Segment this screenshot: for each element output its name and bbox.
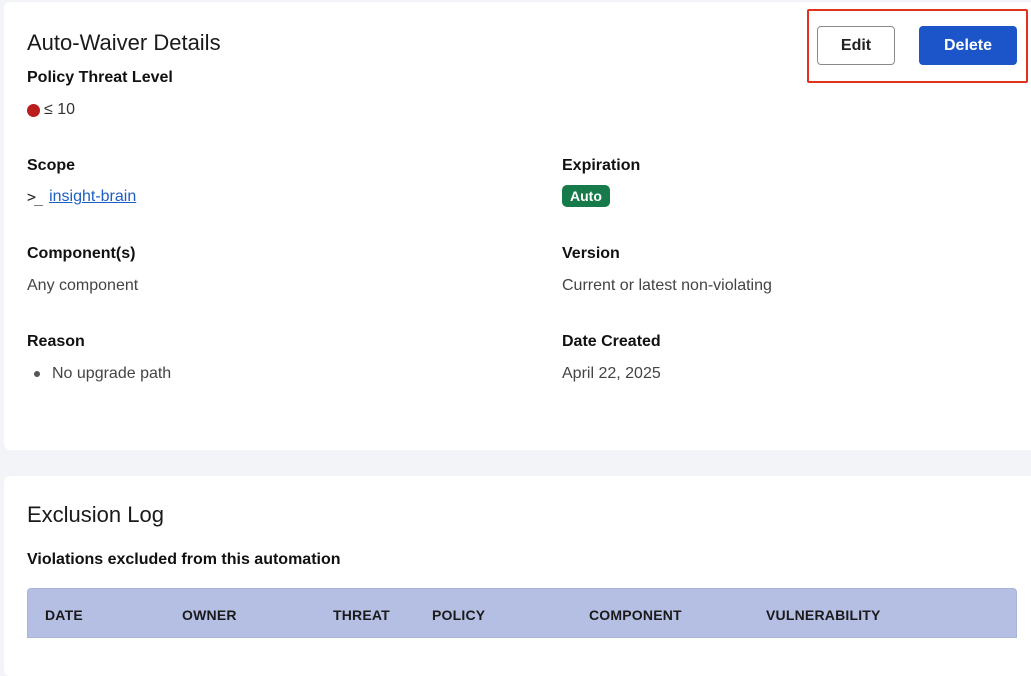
version-value: Current or latest non-violating <box>562 277 772 294</box>
reason-value: No upgrade path <box>52 365 172 382</box>
exclusion-table-header: DATE OWNER THREAT POLICY COMPONENT VULNE… <box>27 588 1017 638</box>
threat-level-value: ≤ 10 <box>44 101 76 118</box>
threat-level-value-row: ≤ 10 <box>27 101 75 119</box>
threat-level-label: Policy Threat Level <box>27 69 173 86</box>
exclusion-log-subtitle: Violations excluded from this automation <box>27 551 341 568</box>
column-header-component[interactable]: COMPONENT <box>589 607 682 623</box>
threat-level-dot-icon <box>27 103 40 117</box>
exclusion-log-card: Exclusion Log Violations excluded from t… <box>4 476 1031 676</box>
expiration-label: Expiration <box>562 157 641 174</box>
column-header-owner[interactable]: OWNER <box>182 607 237 623</box>
edit-button[interactable]: Edit <box>817 26 895 65</box>
bullet-icon <box>34 371 40 377</box>
date-created-label: Date Created <box>562 333 661 350</box>
column-header-threat[interactable]: THREAT <box>333 607 390 623</box>
column-header-vulnerability[interactable]: VULNERABILITY <box>766 607 881 623</box>
reason-label: Reason <box>27 333 85 350</box>
reason-list-item: No upgrade path <box>34 365 171 383</box>
exclusion-log-title: Exclusion Log <box>27 502 164 527</box>
scope-link[interactable]: insight-brain <box>49 188 136 206</box>
column-header-policy[interactable]: POLICY <box>432 607 485 623</box>
terminal-icon: >_ <box>27 188 43 206</box>
delete-button[interactable]: Delete <box>919 26 1017 65</box>
expiration-badge: Auto <box>562 185 610 207</box>
column-header-date[interactable]: DATE <box>45 607 83 623</box>
components-label: Component(s) <box>27 245 136 262</box>
scope-value-row: >_ insight-brain <box>27 188 136 206</box>
details-title: Auto-Waiver Details <box>27 30 221 55</box>
scope-label: Scope <box>27 157 76 174</box>
date-created-value: April 22, 2025 <box>562 365 661 382</box>
components-value: Any component <box>27 277 139 294</box>
version-label: Version <box>562 245 620 262</box>
